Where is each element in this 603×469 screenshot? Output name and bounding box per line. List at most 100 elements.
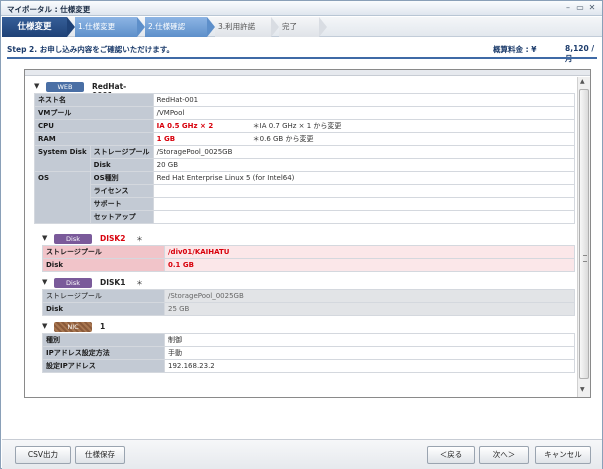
next-button[interactable]: 次へ＞ bbox=[479, 446, 529, 464]
os-support-value bbox=[152, 197, 576, 211]
cancel-button[interactable]: キャンセル bbox=[535, 446, 591, 464]
step-arrow bbox=[67, 17, 75, 37]
step-3: 3.利用許諾 bbox=[215, 17, 271, 37]
nic-fixed-ip-label: 設定IPアドレス bbox=[42, 359, 165, 373]
table-row: IPアドレス設定方法 手動 bbox=[42, 346, 575, 360]
os-support-label: サポート bbox=[89, 197, 154, 211]
disk-tag: Disk bbox=[54, 278, 92, 288]
save-spec-button[interactable]: 仕様保存 bbox=[75, 446, 125, 464]
table-row: Disk 25 GB bbox=[42, 302, 575, 316]
disk2-table: ストレージプール /div01/KAIHATU Disk 0.1 GB bbox=[42, 245, 575, 272]
cpu-label: CPU bbox=[34, 119, 154, 133]
disk1-pool-label: ストレージプール bbox=[42, 289, 165, 303]
step-arrow bbox=[319, 17, 327, 37]
disk1-disk-value: 25 GB bbox=[164, 302, 575, 316]
nic-ip-method-label: IPアドレス設定方法 bbox=[42, 346, 165, 360]
cpu-value: IA 0.5 GHz × 2 bbox=[156, 122, 214, 130]
fee-label: 概算料金 : ¥ bbox=[493, 45, 537, 54]
sysdisk-disk-label: Disk bbox=[89, 158, 154, 172]
ram-value: 1 GB bbox=[156, 135, 176, 143]
vmpool-value: /VMPool bbox=[152, 106, 576, 120]
step-current-title: 仕様変更 bbox=[2, 17, 67, 37]
table-row: 種別 制御 bbox=[42, 333, 575, 347]
table-row: ネスト名 RedHat-001 bbox=[34, 93, 576, 107]
nic-fixed-ip-value: 192.168.23.2 bbox=[164, 359, 575, 373]
sysdisk-label: System Disk bbox=[34, 145, 91, 172]
disk1-name: DISK1 bbox=[100, 278, 126, 287]
step-header: Step 2. お申し込み内容をご確認いただけます。 概算料金 : ¥ 8,12… bbox=[7, 42, 595, 63]
table-row: OS OS種別 Red Hat Enterprise Linux 5 (for … bbox=[34, 171, 576, 224]
main-window: マイポータル : 仕様変更 – ▭ ✕ 仕様変更 1.仕様変更 2.仕様確認 3… bbox=[0, 0, 603, 469]
nic-number: 1 bbox=[100, 322, 106, 331]
hostname-label: ネスト名 bbox=[34, 93, 154, 107]
os-label: OS bbox=[34, 171, 91, 224]
disk2-disk-label: Disk bbox=[42, 258, 165, 272]
step-arrow bbox=[207, 17, 215, 37]
sysdisk-disk-value: 20 GB bbox=[152, 158, 576, 172]
step-arrow bbox=[137, 17, 145, 37]
nic-tag: NIC bbox=[54, 322, 92, 332]
collapse-triangle-icon[interactable]: ▼ bbox=[34, 82, 39, 90]
collapse-triangle-icon[interactable]: ▼ bbox=[42, 322, 47, 330]
window-title: マイポータル : 仕様変更 bbox=[7, 5, 91, 14]
sysdisk-pool-label: ストレージプール bbox=[89, 145, 154, 159]
disk1-disk-label: Disk bbox=[42, 302, 165, 316]
spec-panel: ▼ WEB RedHat-0001 ネスト名 RedHat-001 VMプール … bbox=[24, 69, 591, 398]
fee-value: 8,120 /月 bbox=[565, 44, 595, 63]
nic-type-value: 制御 bbox=[164, 333, 575, 347]
table-row: Disk 20 GB bbox=[35, 158, 576, 172]
sysdisk-pool-value: /StoragePool_0025GB bbox=[152, 145, 576, 159]
collapse-triangle-icon[interactable]: ▼ bbox=[42, 234, 47, 242]
disk1-table: ストレージプール /StoragePool_0025GB Disk 25 GB bbox=[42, 289, 575, 316]
table-row: ストレージプール /StoragePool_0025GB bbox=[42, 289, 575, 303]
button-bar: CSV出力 仕様保存 ＜戻る 次へ＞ キャンセル bbox=[2, 439, 602, 469]
step-arrow bbox=[271, 17, 279, 37]
scroll-grip-icon bbox=[583, 255, 587, 262]
scroll-down-icon[interactable]: ▼ bbox=[580, 386, 585, 393]
close-icon[interactable]: ✕ bbox=[587, 3, 597, 13]
table-row: サポート bbox=[35, 197, 576, 211]
scroll-up-icon[interactable]: ▲ bbox=[580, 78, 585, 85]
table-row: Disk 0.1 GB bbox=[42, 258, 575, 272]
collapse-triangle-icon[interactable]: ▼ bbox=[42, 278, 47, 286]
vertical-scrollbar[interactable]: ▲ ▼ bbox=[577, 77, 590, 397]
table-row: VMプール /VMPool bbox=[34, 106, 576, 120]
nic-table: 種別 制御 IPアドレス設定方法 手動 設定IPアドレス 192.168.23.… bbox=[42, 333, 575, 373]
disk1-pool-value: /StoragePool_0025GB bbox=[164, 289, 575, 303]
hostname-value: RedHat-001 bbox=[152, 93, 576, 107]
step-indicator: 仕様変更 1.仕様変更 2.仕様確認 3.利用許諾 完了 bbox=[2, 17, 602, 37]
restore-icon[interactable]: ▭ bbox=[575, 3, 585, 13]
table-row: System Disk ストレージプール /StoragePool_0025GB bbox=[34, 145, 576, 172]
scroll-thumb[interactable] bbox=[579, 89, 589, 379]
ram-label: RAM bbox=[34, 132, 154, 146]
back-button[interactable]: ＜戻る bbox=[427, 446, 475, 464]
table-row: RAM 1 GB ＊0.6 GB から変更 bbox=[34, 132, 576, 146]
csv-export-button[interactable]: CSV出力 bbox=[15, 446, 71, 464]
web-tag: WEB bbox=[46, 82, 84, 92]
os-license-value bbox=[152, 184, 576, 198]
vmpool-label: VMプール bbox=[34, 106, 154, 120]
ram-change-note: ＊0.6 GB から変更 bbox=[252, 135, 314, 143]
cpu-cell: IA 0.5 GHz × 2 ＊IA 0.7 GHz × 1 から変更 bbox=[152, 119, 576, 133]
disk2-disk-value: 0.1 GB bbox=[164, 258, 575, 272]
minimize-icon[interactable]: – bbox=[563, 3, 573, 13]
os-license-label: ライセンス bbox=[89, 184, 154, 198]
disk2-name: DISK2 bbox=[100, 234, 126, 243]
os-setup-value bbox=[152, 210, 576, 224]
web-spec-table: ネスト名 RedHat-001 VMプール /VMPool CPU IA 0.5… bbox=[34, 93, 576, 224]
disk-tag: Disk bbox=[54, 234, 92, 244]
step-description: Step 2. お申し込み内容をご確認いただけます。 bbox=[7, 45, 174, 54]
table-row: ストレージプール /div01/KAIHATU bbox=[42, 245, 575, 259]
panel-header-strip bbox=[25, 70, 590, 76]
disk2-pool-value: /div01/KAIHATU bbox=[164, 245, 575, 259]
os-type-label: OS種別 bbox=[89, 171, 154, 185]
step-1: 1.仕様変更 bbox=[75, 17, 137, 37]
nic-ip-method-value: 手動 bbox=[164, 346, 575, 360]
table-row: ライセンス bbox=[35, 184, 576, 198]
table-row: CPU IA 0.5 GHz × 2 ＊IA 0.7 GHz × 1 から変更 bbox=[34, 119, 576, 133]
os-setup-label: セットアップ bbox=[89, 210, 154, 224]
cpu-change-note: ＊IA 0.7 GHz × 1 から変更 bbox=[252, 122, 342, 130]
step-2: 2.仕様確認 bbox=[145, 17, 207, 37]
nic-type-label: 種別 bbox=[42, 333, 165, 347]
os-type-value: Red Hat Enterprise Linux 5 (for Intel64) bbox=[152, 171, 576, 185]
